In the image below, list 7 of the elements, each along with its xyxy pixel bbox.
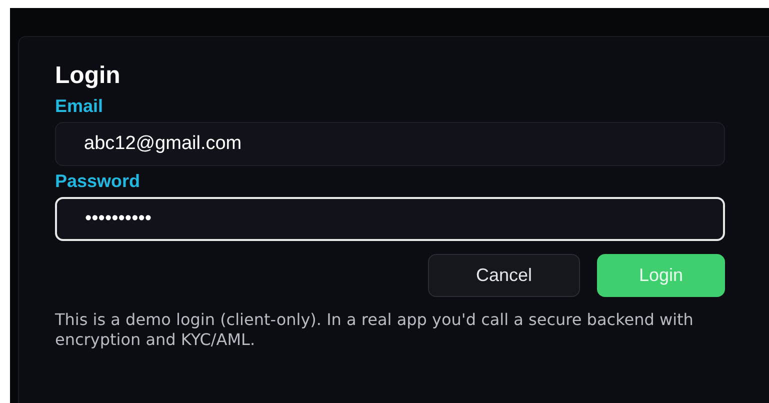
input-field[interactable]: •••••••••• (55, 197, 725, 241)
demo-note: This is a demo login (client-only). In a real app you'd call a secure backend with encryption and KYC/AML. (55, 310, 694, 350)
login-title: Login (55, 61, 122, 91)
field-label: Email (55, 95, 104, 117)
input-field[interactable]: abc12@gmail.com (55, 122, 725, 166)
field-label: Password (55, 170, 142, 192)
cancel-button[interactable]: Cancel (428, 254, 580, 297)
